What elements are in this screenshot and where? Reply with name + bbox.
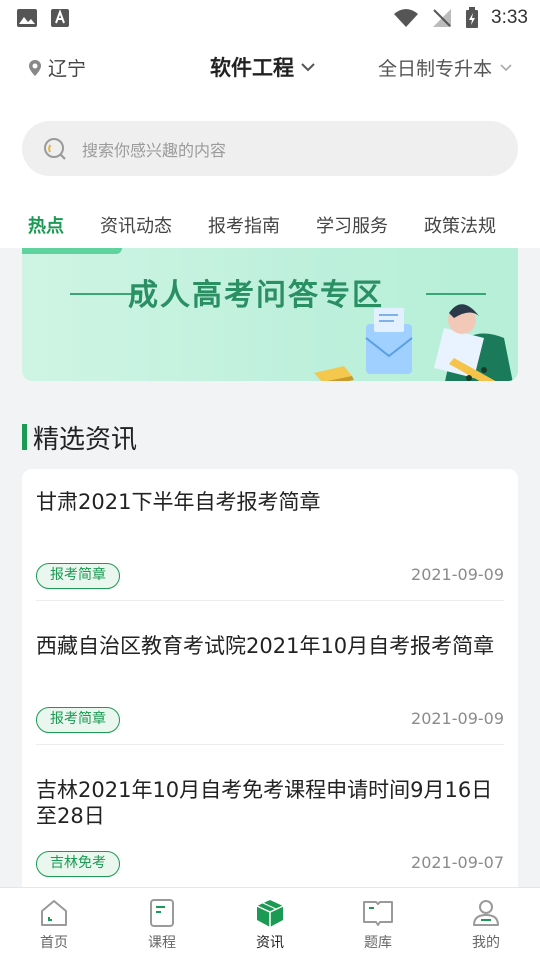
search-bar[interactable]: 搜索你感兴趣的内容 xyxy=(22,121,518,176)
banner-divider-right xyxy=(426,293,486,295)
location-selector[interactable]: 辽宁 xyxy=(28,54,86,81)
no-signal-icon xyxy=(433,9,452,27)
nav-home[interactable]: 首页 xyxy=(0,888,108,960)
nav-news[interactable]: 资讯 xyxy=(216,888,324,960)
featured-news-heading: 精选资讯 xyxy=(22,420,138,455)
banner-illustration xyxy=(314,304,513,381)
education-label: 全日制专升本 xyxy=(377,58,492,80)
nav-label: 题库 xyxy=(364,935,392,951)
top-bar: 辽宁 软件工程 全日制专升本 xyxy=(0,36,540,100)
major-selector[interactable]: 软件工程 xyxy=(210,52,316,82)
nav-label: 资讯 xyxy=(256,935,284,951)
font-download-icon xyxy=(51,9,69,27)
chevron-down-icon xyxy=(500,63,512,71)
education-selector[interactable]: 全日制专升本 xyxy=(378,54,512,81)
tab-study-services[interactable]: 学习服务 xyxy=(316,212,388,238)
tab-hot[interactable]: 热点 xyxy=(28,212,64,238)
divider xyxy=(36,744,504,745)
news-title: 西藏自治区教育考试院2021年10月自考报考简章 xyxy=(36,634,495,658)
news-title: 吉林2021年10月自考免考课程申请时间9月16日至28日 xyxy=(36,778,493,828)
nav-label: 我的 xyxy=(472,935,500,951)
status-bar-right: 3:33 xyxy=(393,7,528,29)
gallery-icon xyxy=(17,9,37,27)
divider xyxy=(36,600,504,601)
nav-courses[interactable]: 课程 xyxy=(108,888,216,960)
course-icon xyxy=(150,899,174,927)
header: 辽宁 软件工程 全日制专升本 搜索你感兴趣的内容 热点 资讯动态 报考指南 学习… xyxy=(0,36,540,248)
section-accent-bar xyxy=(22,424,27,450)
bottom-nav: 首页 课程 资讯 题库 我的 xyxy=(0,887,540,960)
tab-policies[interactable]: 政策法规 xyxy=(424,212,496,238)
profile-icon xyxy=(473,900,499,926)
home-icon xyxy=(41,900,67,926)
list-item[interactable]: 甘肃2021下半年自考报考简章 报考简章 2021-09-09 xyxy=(36,489,504,601)
clock: 3:33 xyxy=(491,7,528,28)
major-label: 软件工程 xyxy=(210,56,294,80)
section-title: 精选资讯 xyxy=(33,424,138,455)
search-placeholder: 搜索你感兴趣的内容 xyxy=(82,140,227,160)
nav-label: 首页 xyxy=(40,935,68,951)
tab-registration-guide[interactable]: 报考指南 xyxy=(208,212,280,238)
news-tag: 吉林免考 xyxy=(36,851,120,877)
news-title: 甘肃2021下半年自考报考简章 xyxy=(36,490,321,514)
news-date: 2021-09-09 xyxy=(411,565,504,584)
promo-banner[interactable]: 成人高考问答专区 xyxy=(22,248,518,381)
news-list: 甘肃2021下半年自考报考简章 报考简章 2021-09-09 西藏自治区教育考… xyxy=(22,469,518,899)
news-tag: 报考简章 xyxy=(36,563,120,589)
nav-question-bank[interactable]: 题库 xyxy=(324,888,432,960)
nav-label: 课程 xyxy=(148,935,176,951)
wifi-icon xyxy=(394,9,419,27)
news-icon xyxy=(256,900,284,927)
battery-charging-icon xyxy=(466,7,479,28)
news-date: 2021-09-07 xyxy=(411,853,504,872)
nav-profile[interactable]: 我的 xyxy=(432,888,540,960)
banner-strip xyxy=(22,248,122,254)
news-date: 2021-09-09 xyxy=(411,709,504,728)
category-tabs: 热点 资讯动态 报考指南 学习服务 政策法规 xyxy=(0,206,540,248)
list-item[interactable]: 吉林2021年10月自考免考课程申请时间9月16日至28日 吉林免考 2021-… xyxy=(36,777,504,889)
tab-news-updates[interactable]: 资讯动态 xyxy=(100,212,172,238)
location-pin-icon xyxy=(29,59,41,76)
status-bar: 3:33 xyxy=(0,0,540,36)
search-icon xyxy=(44,137,66,160)
location-label: 辽宁 xyxy=(48,58,87,80)
chevron-down-icon xyxy=(301,63,315,72)
news-tag: 报考简章 xyxy=(36,707,120,733)
question-bank-icon xyxy=(363,901,393,926)
list-item[interactable]: 西藏自治区教育考试院2021年10月自考报考简章 报考简章 2021-09-09 xyxy=(36,633,504,745)
status-bar-left xyxy=(16,8,70,28)
